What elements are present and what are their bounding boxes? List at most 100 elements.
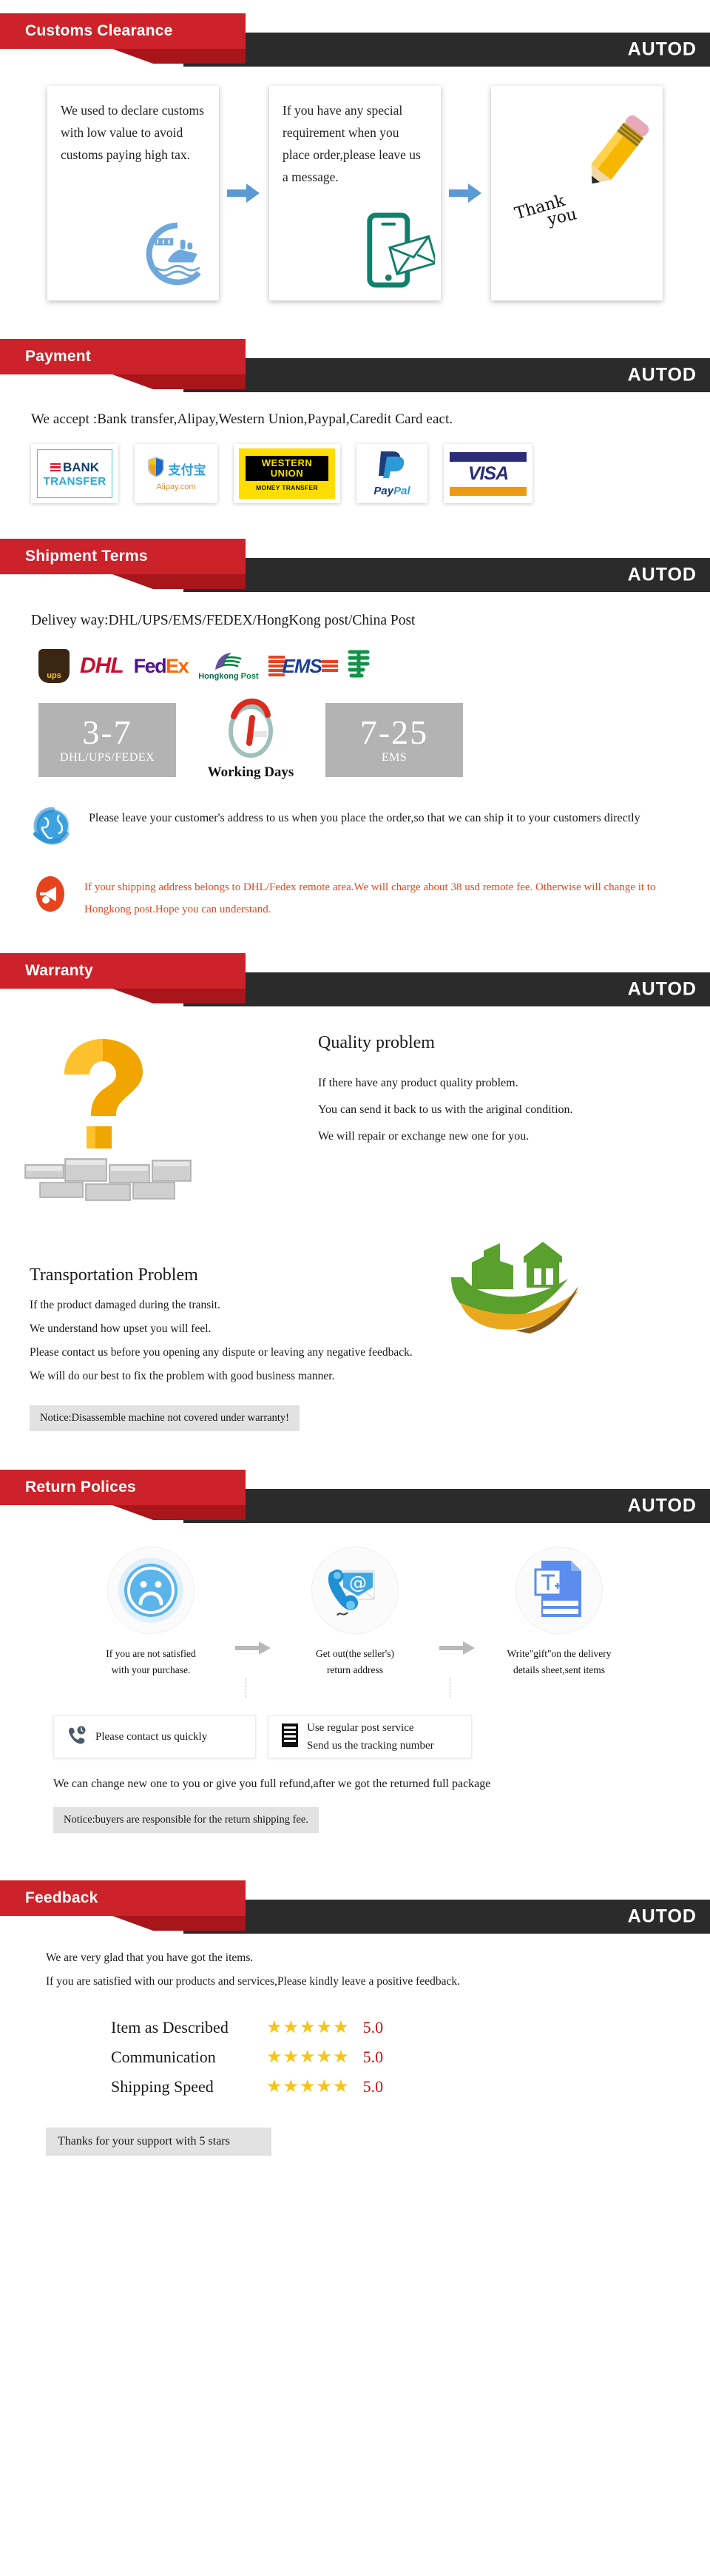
banner-fold xyxy=(112,574,246,589)
paypal-logo: PayPal xyxy=(356,444,427,503)
fedex-text-a: Fed xyxy=(133,654,167,677)
hk-swoosh-icon xyxy=(212,652,245,672)
customs-card-1: We used to declare customs with low valu… xyxy=(47,86,219,300)
ems-bars-icon-right xyxy=(321,660,338,672)
feedback-thanks: Thanks for your support with 5 stars xyxy=(46,2128,271,2156)
delivery-days-express: 3-7 xyxy=(82,713,132,751)
banner-dark-bar: AUTOD xyxy=(183,972,710,1006)
section-banner-feedback: AUTOD Feedback xyxy=(0,1880,710,1934)
customs-card-1-text: We used to declare customs with low valu… xyxy=(61,103,204,162)
return-step-2-caption: Get out(the seller's) return address xyxy=(316,1646,394,1678)
thank-you-handwriting: Thank you xyxy=(513,189,578,238)
visa-logo: VISA xyxy=(444,444,532,503)
bank-transfer-line1: BANK xyxy=(62,460,100,474)
china-post-logo xyxy=(345,648,372,684)
wu-line1: WESTERN xyxy=(261,457,313,468)
feedback-ratings: Item as Described ★★★★★ 5.0 Communicatio… xyxy=(0,1999,710,2096)
delivery-time-express: 3-7 DHL/UPS/FEDEX xyxy=(38,702,176,777)
customs-card-2: If you have any special requirement when… xyxy=(269,86,441,300)
banner-red-tab: Shipment Terms xyxy=(0,539,246,574)
sad-face-icon xyxy=(107,1547,195,1634)
bars-icon xyxy=(50,462,61,474)
section-banner-customs: AUTOD Customs Clearance xyxy=(0,13,710,67)
return-dashed-connectors xyxy=(0,1678,710,1698)
banner-dark-bar: AUTOD xyxy=(183,358,710,392)
working-days-block: Working Days xyxy=(195,698,306,781)
section-title-shipment: Shipment Terms xyxy=(25,548,148,565)
quality-line-3: We will repair or exchange new one for y… xyxy=(318,1130,530,1143)
return-steps-row: If you are not satisfied with your purch… xyxy=(0,1523,710,1678)
return-step-3: Write"gift"on the delivery details sheet… xyxy=(489,1547,629,1678)
paypal-mark-icon xyxy=(376,450,408,483)
megaphone-icon xyxy=(30,873,71,918)
section-title-customs: Customs Clearance xyxy=(25,22,173,39)
return-step-2: @ Get out(the seller's) return address xyxy=(285,1547,425,1678)
return-arrow-1-icon xyxy=(221,1547,285,1655)
visa-text: VISA xyxy=(467,463,509,484)
banner-dark-bar: AUTOD xyxy=(183,1489,710,1523)
hk-text-b: Post xyxy=(240,671,259,681)
return-step-2-line2: return address xyxy=(326,1664,384,1675)
customs-card-2-text: If you have any special requirement when… xyxy=(283,103,421,184)
banner-dark-bar: AUTOD xyxy=(183,33,710,67)
phone-message-icon xyxy=(362,212,438,293)
return-action-boxes: Please contact us quickly Use regular po… xyxy=(0,1698,710,1758)
section-title-warranty: Warranty xyxy=(25,962,93,979)
ems-logo: EMS xyxy=(268,648,338,684)
banner-red-tab: Payment xyxy=(0,339,246,374)
ups-text: ups xyxy=(47,671,61,680)
brand-logo: AUTOD xyxy=(627,564,697,585)
ups-logo: ups xyxy=(38,648,70,684)
fedex-text-b: Ex xyxy=(166,654,189,677)
section-banner-shipment: AUTOD Shipment Terms xyxy=(0,539,710,592)
western-union-logo: WESTERN UNION MONEY TRANSFER xyxy=(234,444,340,503)
wu-line2: UNION xyxy=(270,468,304,479)
transportation-problem-heading: Transportation Problem xyxy=(30,1265,198,1285)
arrow-1-icon xyxy=(219,182,269,204)
warranty-transport-block: Transportation Problem If the product da… xyxy=(0,1242,710,1431)
brand-logo: AUTOD xyxy=(627,364,697,386)
alipay-domain: Alipay.com xyxy=(156,482,196,491)
banner-red-tab: Return Polices xyxy=(0,1470,246,1505)
phone-clock-icon xyxy=(67,1726,87,1749)
return-step-3-line1: Write"gift"on the delivery xyxy=(507,1648,612,1659)
transport-line-2: We understand how upset you will feel. xyxy=(30,1322,212,1335)
delivery-time-row: 3-7 DHL/UPS/FEDEX Working Days 7-25 EMS xyxy=(0,688,710,785)
transport-line-4: We will do our best to fix the problem w… xyxy=(30,1370,335,1382)
document-text-icon xyxy=(515,1547,603,1634)
rating-row: Shipping Speed ★★★★★ 5.0 xyxy=(111,2077,710,2096)
fedex-logo: FedEx xyxy=(134,648,189,684)
section-banner-warranty: AUTOD Warranty xyxy=(0,953,710,1006)
section-title-returns: Return Polices xyxy=(25,1479,136,1496)
question-mark-puzzle-icon xyxy=(18,1027,232,1216)
quality-line-1: If there have any product quality proble… xyxy=(318,1077,518,1089)
product-policy-page: AUTOD Customs Clearance We used to decla… xyxy=(0,0,710,2185)
banner-fold xyxy=(112,1916,246,1931)
quality-problem-heading: Quality problem xyxy=(318,1033,435,1052)
svg-text:@: @ xyxy=(349,1573,367,1593)
banner-dark-bar: AUTOD xyxy=(183,558,710,592)
rating-label-shipping-speed: Shipping Speed xyxy=(111,2077,214,2096)
section-title-payment: Payment xyxy=(25,348,91,365)
brand-logo: AUTOD xyxy=(627,38,697,60)
rating-stars-communication: ★★★★★ xyxy=(266,2048,350,2067)
rating-value-communication: 5.0 xyxy=(362,2048,384,2066)
alipay-shield-icon xyxy=(146,456,166,482)
payment-intro: We accept :Bank transfer,Alipay,Western … xyxy=(31,411,453,427)
transport-line-3: Please contact us before you opening any… xyxy=(30,1346,413,1359)
rating-row: Item as Described ★★★★★ 5.0 xyxy=(111,2018,710,2037)
wu-sub: MONEY TRANSFER xyxy=(256,484,318,491)
green-house-leaf-icon xyxy=(444,1231,584,1346)
banner-fold xyxy=(112,374,246,389)
return-notice: Notice:buyers are responsible for the re… xyxy=(53,1807,319,1833)
rating-value-shipping-speed: 5.0 xyxy=(362,2077,384,2096)
shipment-remote-note-text: If your shipping address belongs to DHL/… xyxy=(84,881,656,915)
arrow-2-icon xyxy=(441,182,491,204)
customs-card-row: We used to declare customs with low valu… xyxy=(0,67,710,326)
shipment-address-note-text: Please leave your customer's address to … xyxy=(89,812,640,824)
return-box-post-line2: Send us the tracking number xyxy=(307,1740,434,1752)
pencil-icon xyxy=(577,107,658,199)
banner-fold xyxy=(112,1505,246,1520)
transport-line-1: If the product damaged during the transi… xyxy=(30,1299,220,1311)
phone-email-icon: @ xyxy=(311,1547,399,1634)
